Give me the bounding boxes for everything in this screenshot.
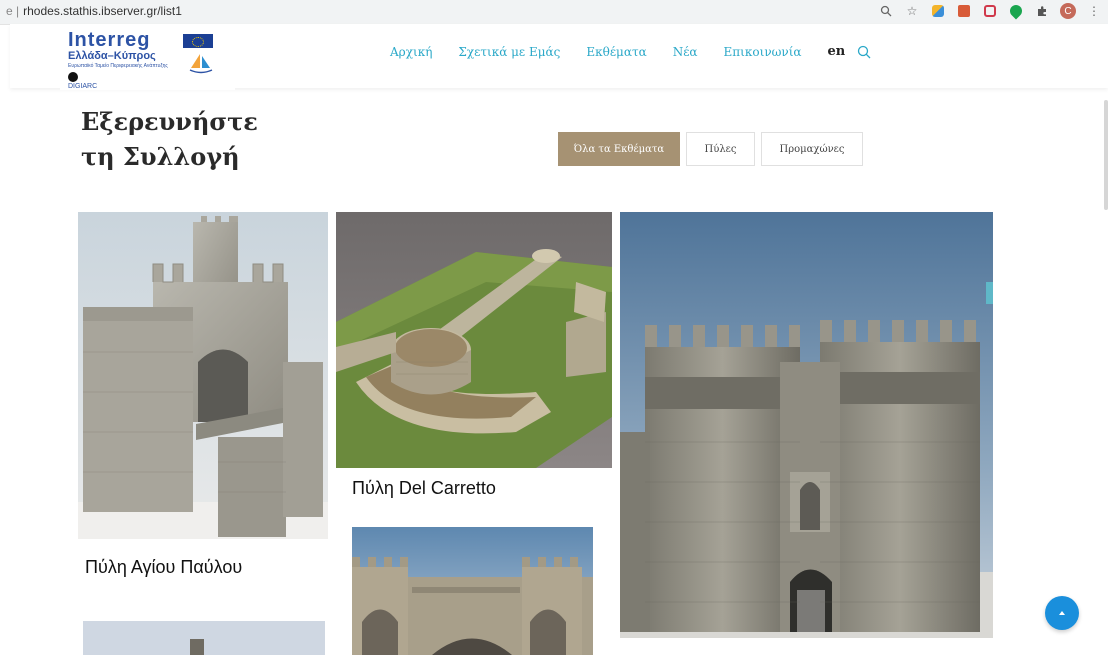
gallery-item-saint-paul-image[interactable] [78, 212, 328, 539]
logo-interreg-text: Interreg [68, 29, 151, 51]
search-icon[interactable] [857, 45, 871, 59]
main-nav: Αρχική Σχετικά με Εμάς Εκθέματα Νέα Επικ… [390, 44, 871, 59]
filter-all-button[interactable]: Όλα τα Εκθέματα [558, 132, 680, 166]
scroll-top-button[interactable] [1045, 596, 1079, 630]
nav-exhibits[interactable]: Εκθέματα [586, 45, 646, 59]
nav-about[interactable]: Σχετικά με Εμάς [458, 45, 560, 59]
gallery-item-tower-image[interactable] [83, 621, 325, 655]
digiarc-logo-icon [68, 72, 78, 82]
gallery-item-gate-wall-image[interactable] [352, 527, 593, 655]
nav-news[interactable]: Νέα [673, 45, 698, 59]
gallery-item-marine-gate-image[interactable] [620, 212, 993, 638]
filter-bastions-button[interactable]: Προμαχώνες [761, 132, 863, 166]
address-prefix: e | [6, 4, 20, 18]
address-bar[interactable]: e | rhodes.stathis.ibserver.gr/list1 [6, 4, 182, 18]
gallery-item-del-carretto-image[interactable] [336, 212, 612, 468]
profile-avatar-icon[interactable]: C [1060, 3, 1076, 19]
logo-tagline: Ευρωπαϊκό Ταμείο Περιφερειακής Ανάπτυξης [68, 63, 168, 69]
browser-toolbar: e | rhodes.stathis.ibserver.gr/list1 ☆ C … [0, 0, 1108, 25]
menu-kebab-icon[interactable]: ⋮ [1086, 3, 1102, 19]
puzzle-icon[interactable] [1034, 3, 1050, 19]
site-logo[interactable]: Interreg Ελλάδα–Κύπρος Ευρωπαϊκό Ταμείο … [60, 28, 235, 90]
star-icon[interactable]: ☆ [904, 3, 920, 19]
address-url[interactable]: rhodes.stathis.ibserver.gr/list1 [23, 4, 182, 18]
extension-icon-3[interactable] [982, 3, 998, 19]
eu-flag-icon [183, 34, 213, 48]
zoom-icon[interactable] [878, 3, 894, 19]
sailboat-icon [189, 54, 213, 74]
extension-icon-4[interactable] [1007, 2, 1025, 20]
extension-icon-2[interactable] [956, 3, 972, 19]
language-switch[interactable]: en [828, 44, 846, 59]
nav-home[interactable]: Αρχική [390, 45, 432, 59]
page-scrollbar[interactable] [1104, 100, 1108, 210]
logo-subtitle: Ελλάδα–Κύπρος [68, 50, 156, 62]
page-title: Εξερευνήστε τη Συλλογή [81, 104, 258, 174]
site-header: Interreg Ελλάδα–Κύπρος Ευρωπαϊκό Ταμείο … [10, 24, 1108, 90]
nav-contact[interactable]: Επικοινωνία [724, 45, 802, 59]
gallery-item-del-carretto-caption[interactable]: Πύλη Del Carretto [352, 478, 496, 499]
filter-bar: Όλα τα Εκθέματα Πύλες Προμαχώνες [558, 132, 863, 166]
page-title-line2: τη Συλλογή [81, 142, 240, 171]
logo-digiarc: DIGIARC [68, 83, 98, 90]
gallery-item-saint-paul-caption[interactable]: Πύλη Αγίου Παύλου [85, 557, 242, 578]
page-title-line1: Εξερευνήστε [81, 107, 258, 136]
extension-icon-1[interactable] [930, 3, 946, 19]
filter-gates-button[interactable]: Πύλες [686, 132, 755, 166]
